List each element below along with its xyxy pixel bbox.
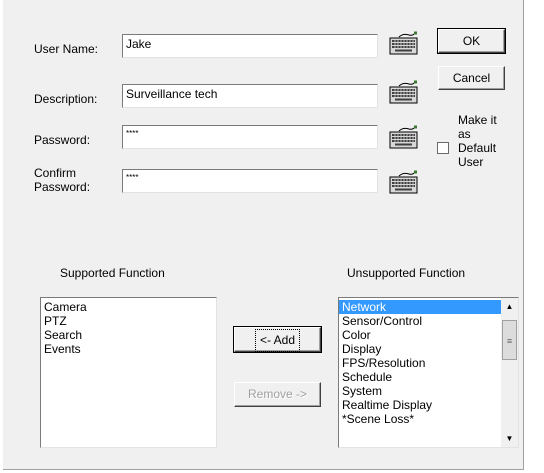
list-item[interactable]: System [339,384,501,398]
list-item[interactable]: Camera [41,300,216,314]
password-field[interactable]: **** [122,125,378,149]
keyboard-icon[interactable] [389,31,419,55]
default-user-label-line3: Default [458,141,497,155]
list-item[interactable]: *Scene Loss* [339,412,501,426]
list-item[interactable]: Search [41,328,216,342]
scroll-thumb-grip-icon: ≡ [506,336,513,346]
list-item-selected[interactable]: Network [339,300,501,314]
confirm-password-label-line1: Confirm [34,166,77,180]
add-button-label: <- Add [254,329,301,352]
list-item[interactable]: Display [339,342,501,356]
user-dialog: User Name: Jake Description: Surveillanc… [3,0,524,470]
supported-function-title: Supported Function [60,266,165,280]
list-item[interactable]: Color [339,328,501,342]
description-field[interactable]: Surveillance tech [122,84,378,108]
description-label: Description: [34,92,98,106]
supported-function-list[interactable]: Camera PTZ Search Events [40,297,217,448]
unsupported-function-title: Unsupported Function [347,266,466,280]
scroll-down-arrow-icon[interactable]: ▼ [501,430,518,447]
cancel-button[interactable]: Cancel [438,66,505,90]
list-item[interactable]: PTZ [41,314,216,328]
add-button[interactable]: <- Add [233,326,322,353]
default-user-checkbox[interactable] [437,142,449,154]
username-label: User Name: [34,42,99,56]
default-user-label-line1: Make it [458,113,497,127]
keyboard-icon[interactable] [389,80,419,104]
ok-button[interactable]: OK [437,28,506,54]
list-item[interactable]: FPS/Resolution [339,356,501,370]
unsupported-list-scrollbar[interactable]: ▲ ≡ ▼ [501,298,518,447]
default-user-label-line2: as [458,127,471,141]
keyboard-icon[interactable] [389,170,419,194]
scroll-thumb[interactable]: ≡ [502,320,517,360]
remove-button[interactable]: Remove -> [234,382,321,407]
default-user-label-line4: User [458,155,484,169]
keyboard-icon[interactable] [389,125,419,149]
password-label: Password: [34,133,91,147]
list-item[interactable]: Schedule [339,370,501,384]
unsupported-function-list[interactable]: Network Sensor/Control Color Display FPS… [338,297,519,448]
list-item[interactable]: Events [41,342,216,356]
username-field[interactable]: Jake [122,34,378,58]
list-item[interactable]: Sensor/Control [339,314,501,328]
list-item[interactable]: Realtime Display [339,398,501,412]
confirm-password-label-line2: Password: [34,180,91,194]
scroll-up-arrow-icon[interactable]: ▲ [501,298,518,315]
confirm-password-field[interactable]: **** [122,169,378,193]
